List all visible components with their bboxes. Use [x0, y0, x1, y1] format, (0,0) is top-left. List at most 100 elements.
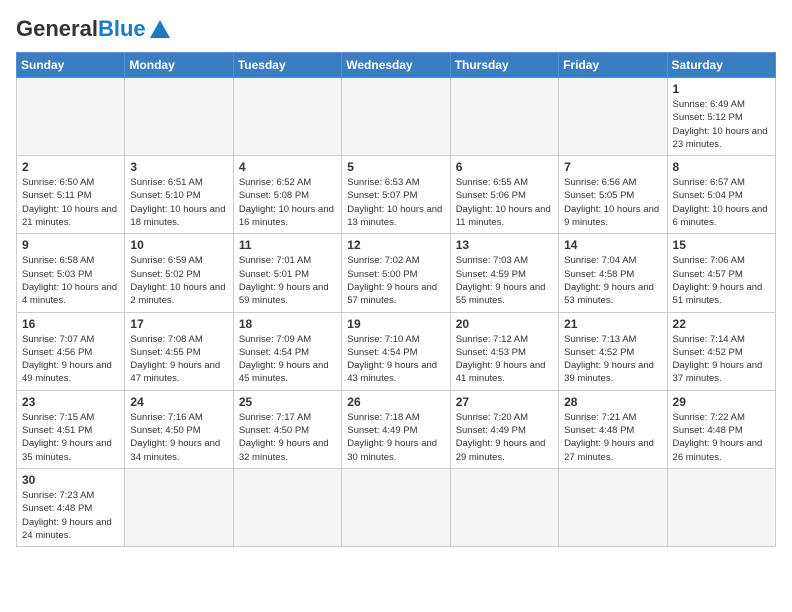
day-info: Sunrise: 6:52 AMSunset: 5:08 PMDaylight:…: [239, 176, 336, 229]
calendar-cell: [233, 468, 341, 546]
day-info: Sunrise: 6:53 AMSunset: 5:07 PMDaylight:…: [347, 176, 444, 229]
day-number: 26: [347, 395, 444, 409]
day-info: Sunrise: 7:01 AMSunset: 5:01 PMDaylight:…: [239, 254, 336, 307]
logo-blue-text: Blue: [98, 16, 146, 42]
day-number: 18: [239, 317, 336, 331]
day-info: Sunrise: 7:09 AMSunset: 4:54 PMDaylight:…: [239, 333, 336, 386]
day-number: 24: [130, 395, 227, 409]
day-info: Sunrise: 6:59 AMSunset: 5:02 PMDaylight:…: [130, 254, 227, 307]
calendar-row-3: 9Sunrise: 6:58 AMSunset: 5:03 PMDaylight…: [17, 234, 776, 312]
day-number: 13: [456, 238, 553, 252]
weekday-header-row: SundayMondayTuesdayWednesdayThursdayFrid…: [17, 53, 776, 78]
calendar-cell: 20 Sunrise: 7:12 AMSunset: 4:53 PMDayligh…: [450, 312, 558, 390]
weekday-header-wednesday: Wednesday: [342, 53, 450, 78]
calendar-cell: 25 Sunrise: 7:17 AMSunset: 4:50 PMDayligh…: [233, 390, 341, 468]
calendar-row-6: 30 Sunrise: 7:23 AMSunset: 4:48 PMDayligh…: [17, 468, 776, 546]
calendar-cell: [559, 468, 667, 546]
calendar-row-4: 16 Sunrise: 7:07 AMSunset: 4:56 PMDayligh…: [17, 312, 776, 390]
day-number: 21: [564, 317, 661, 331]
day-number: 16: [22, 317, 119, 331]
calendar-cell: 16 Sunrise: 7:07 AMSunset: 4:56 PMDayligh…: [17, 312, 125, 390]
calendar-cell: 17 Sunrise: 7:08 AMSunset: 4:55 PMDayligh…: [125, 312, 233, 390]
calendar-cell: [667, 468, 775, 546]
day-number: 12: [347, 238, 444, 252]
calendar-row-1: 1 Sunrise: 6:49 AMSunset: 5:12 PMDaylight…: [17, 78, 776, 156]
day-number: 10: [130, 238, 227, 252]
calendar-cell: 29Sunrise: 7:22 AMSunset: 4:48 PMDayligh…: [667, 390, 775, 468]
day-number: 8: [673, 160, 770, 174]
day-info: Sunrise: 7:08 AMSunset: 4:55 PMDaylight:…: [130, 333, 227, 386]
calendar-cell: [342, 78, 450, 156]
day-number: 6: [456, 160, 553, 174]
calendar-cell: 1 Sunrise: 6:49 AMSunset: 5:12 PMDaylight…: [667, 78, 775, 156]
day-info: Sunrise: 7:04 AMSunset: 4:58 PMDaylight:…: [564, 254, 661, 307]
calendar-cell: 24 Sunrise: 7:16 AMSunset: 4:50 PMDayligh…: [125, 390, 233, 468]
day-number: 17: [130, 317, 227, 331]
day-info: Sunrise: 7:17 AMSunset: 4:50 PMDaylight:…: [239, 411, 336, 464]
calendar-cell: 23 Sunrise: 7:15 AMSunset: 4:51 PMDayligh…: [17, 390, 125, 468]
day-info: Sunrise: 7:20 AMSunset: 4:49 PMDaylight:…: [456, 411, 553, 464]
calendar-cell: 13 Sunrise: 7:03 AMSunset: 4:59 PMDayligh…: [450, 234, 558, 312]
day-info: Sunrise: 7:14 AMSunset: 4:52 PMDaylight:…: [673, 333, 770, 386]
calendar-cell: 11Sunrise: 7:01 AMSunset: 5:01 PMDayligh…: [233, 234, 341, 312]
day-number: 14: [564, 238, 661, 252]
day-number: 1: [673, 82, 770, 96]
day-info: Sunrise: 7:13 AMSunset: 4:52 PMDaylight:…: [564, 333, 661, 386]
calendar-cell: [450, 78, 558, 156]
logo-triangle-icon: [150, 20, 170, 38]
day-number: 23: [22, 395, 119, 409]
calendar-cell: [125, 468, 233, 546]
logo-general-text: General: [16, 16, 98, 42]
day-info: Sunrise: 7:12 AMSunset: 4:53 PMDaylight:…: [456, 333, 553, 386]
weekday-header-monday: Monday: [125, 53, 233, 78]
day-info: Sunrise: 7:22 AMSunset: 4:48 PMDaylight:…: [673, 411, 770, 464]
day-number: 25: [239, 395, 336, 409]
day-number: 20: [456, 317, 553, 331]
calendar-cell: 15 Sunrise: 7:06 AMSunset: 4:57 PMDayligh…: [667, 234, 775, 312]
day-number: 2: [22, 160, 119, 174]
calendar-cell: 8 Sunrise: 6:57 AMSunset: 5:04 PMDaylight…: [667, 156, 775, 234]
calendar-row-2: 2 Sunrise: 6:50 AMSunset: 5:11 PMDaylight…: [17, 156, 776, 234]
day-number: 19: [347, 317, 444, 331]
day-info: Sunrise: 7:06 AMSunset: 4:57 PMDaylight:…: [673, 254, 770, 307]
weekday-header-sunday: Sunday: [17, 53, 125, 78]
day-number: 22: [673, 317, 770, 331]
calendar-cell: 18 Sunrise: 7:09 AMSunset: 4:54 PMDayligh…: [233, 312, 341, 390]
calendar-cell: 6Sunrise: 6:55 AMSunset: 5:06 PMDaylight…: [450, 156, 558, 234]
day-info: Sunrise: 7:02 AMSunset: 5:00 PMDaylight:…: [347, 254, 444, 307]
day-info: Sunrise: 7:16 AMSunset: 4:50 PMDaylight:…: [130, 411, 227, 464]
calendar-cell: [233, 78, 341, 156]
calendar-cell: 19 Sunrise: 7:10 AMSunset: 4:54 PMDayligh…: [342, 312, 450, 390]
day-info: Sunrise: 6:56 AMSunset: 5:05 PMDaylight:…: [564, 176, 661, 229]
day-info: Sunrise: 7:23 AMSunset: 4:48 PMDaylight:…: [22, 489, 119, 542]
logo: General Blue: [16, 16, 170, 42]
day-info: Sunrise: 7:15 AMSunset: 4:51 PMDaylight:…: [22, 411, 119, 464]
day-info: Sunrise: 7:21 AMSunset: 4:48 PMDaylight:…: [564, 411, 661, 464]
weekday-header-saturday: Saturday: [667, 53, 775, 78]
calendar-cell: [342, 468, 450, 546]
calendar-table: SundayMondayTuesdayWednesdayThursdayFrid…: [16, 52, 776, 547]
calendar-cell: [450, 468, 558, 546]
day-info: Sunrise: 6:50 AMSunset: 5:11 PMDaylight:…: [22, 176, 119, 229]
calendar-cell: 9Sunrise: 6:58 AMSunset: 5:03 PMDaylight…: [17, 234, 125, 312]
calendar-cell: 27Sunrise: 7:20 AMSunset: 4:49 PMDayligh…: [450, 390, 558, 468]
day-info: Sunrise: 6:49 AMSunset: 5:12 PMDaylight:…: [673, 98, 770, 151]
page-header: General Blue: [16, 16, 776, 42]
calendar-cell: 3Sunrise: 6:51 AMSunset: 5:10 PMDaylight…: [125, 156, 233, 234]
day-number: 30: [22, 473, 119, 487]
day-info: Sunrise: 7:10 AMSunset: 4:54 PMDaylight:…: [347, 333, 444, 386]
day-info: Sunrise: 7:03 AMSunset: 4:59 PMDaylight:…: [456, 254, 553, 307]
calendar-cell: 26Sunrise: 7:18 AMSunset: 4:49 PMDayligh…: [342, 390, 450, 468]
day-info: Sunrise: 7:07 AMSunset: 4:56 PMDaylight:…: [22, 333, 119, 386]
day-info: Sunrise: 6:57 AMSunset: 5:04 PMDaylight:…: [673, 176, 770, 229]
calendar-cell: [17, 78, 125, 156]
day-number: 15: [673, 238, 770, 252]
calendar-cell: 10 Sunrise: 6:59 AMSunset: 5:02 PMDayligh…: [125, 234, 233, 312]
day-number: 7: [564, 160, 661, 174]
calendar-cell: 4Sunrise: 6:52 AMSunset: 5:08 PMDaylight…: [233, 156, 341, 234]
calendar-row-5: 23 Sunrise: 7:15 AMSunset: 4:51 PMDayligh…: [17, 390, 776, 468]
calendar-cell: 28 Sunrise: 7:21 AMSunset: 4:48 PMDayligh…: [559, 390, 667, 468]
day-number: 28: [564, 395, 661, 409]
weekday-header-thursday: Thursday: [450, 53, 558, 78]
weekday-header-tuesday: Tuesday: [233, 53, 341, 78]
